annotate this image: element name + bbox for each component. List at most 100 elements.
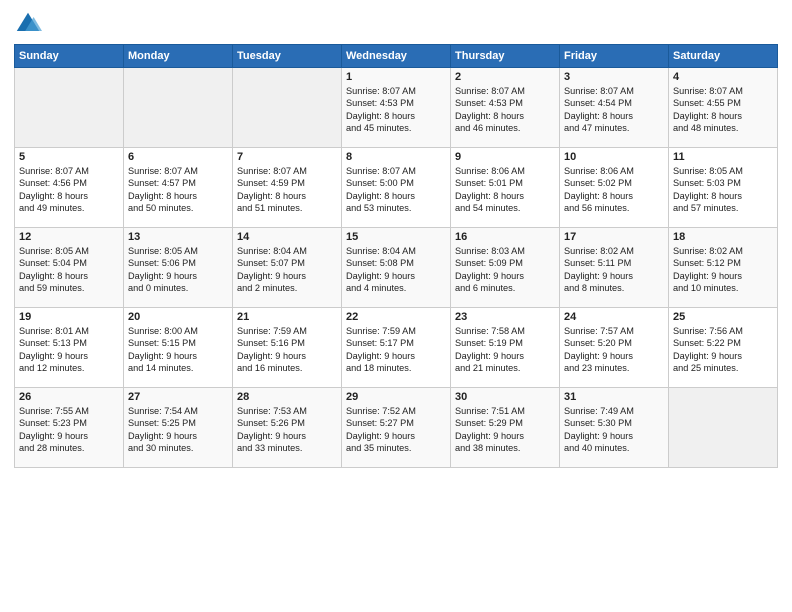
- day-info: Sunrise: 8:07 AM Sunset: 4:53 PM Dayligh…: [455, 85, 555, 135]
- day-cell: 20Sunrise: 8:00 AM Sunset: 5:15 PM Dayli…: [124, 308, 233, 388]
- day-info: Sunrise: 8:07 AM Sunset: 4:54 PM Dayligh…: [564, 85, 664, 135]
- week-row-2: 5 Sunrise: 8:07 AM Sunset: 4:56 PM Daylig…: [15, 148, 778, 228]
- header-cell-sunday: Sunday: [15, 45, 124, 68]
- day-number: 2: [455, 71, 555, 83]
- day-cell: 30 Sunrise: 7:51 AM Sunset: 5:29 PM Dayli…: [451, 388, 560, 468]
- day-info: Sunrise: 8:07 AM Sunset: 5:00 PM Dayligh…: [346, 165, 446, 215]
- day-number: 6: [128, 151, 228, 163]
- day-cell: 28 Sunrise: 7:53 AM Sunset: 5:26 PM Dayli…: [233, 388, 342, 468]
- day-number: 9: [455, 151, 555, 163]
- day-number: 15: [346, 231, 446, 243]
- day-info: Sunrise: 8:07 AM Sunset: 4:56 PM Dayligh…: [19, 165, 119, 215]
- day-cell: 18Sunrise: 8:02 AM Sunset: 5:12 PM Dayli…: [669, 228, 778, 308]
- day-number: 1: [346, 71, 446, 83]
- day-info: Sunrise: 8:04 AM Sunset: 5:08 PM Dayligh…: [346, 245, 446, 295]
- day-number: 25: [673, 311, 773, 323]
- day-cell: 1 Sunrise: 8:07 AM Sunset: 4:53 PM Daylig…: [342, 68, 451, 148]
- week-row-4: 19 Sunrise: 8:01 AM Sunset: 5:13 PM Dayli…: [15, 308, 778, 388]
- day-cell: 14 Sunrise: 8:04 AM Sunset: 5:07 PM Dayli…: [233, 228, 342, 308]
- day-cell: 16 Sunrise: 8:03 AM Sunset: 5:09 PM Dayli…: [451, 228, 560, 308]
- day-info: Sunrise: 8:01 AM Sunset: 5:13 PM Dayligh…: [19, 325, 119, 375]
- day-number: 5: [19, 151, 119, 163]
- day-number: 11: [673, 151, 773, 163]
- day-info: Sunrise: 7:49 AM Sunset: 5:30 PM Dayligh…: [564, 405, 664, 455]
- header-cell-wednesday: Wednesday: [342, 45, 451, 68]
- day-info: Sunrise: 7:56 AM Sunset: 5:22 PM Dayligh…: [673, 325, 773, 375]
- day-number: 3: [564, 71, 664, 83]
- day-info: Sunrise: 7:59 AM Sunset: 5:16 PM Dayligh…: [237, 325, 337, 375]
- day-cell: 2 Sunrise: 8:07 AM Sunset: 4:53 PM Daylig…: [451, 68, 560, 148]
- day-cell: [15, 68, 124, 148]
- day-number: 14: [237, 231, 337, 243]
- day-info: Sunrise: 8:07 AM Sunset: 4:57 PM Dayligh…: [128, 165, 228, 215]
- day-info: Sunrise: 8:05 AM Sunset: 5:04 PM Dayligh…: [19, 245, 119, 295]
- day-number: 13: [128, 231, 228, 243]
- day-cell: 8 Sunrise: 8:07 AM Sunset: 5:00 PM Daylig…: [342, 148, 451, 228]
- header: [14, 10, 778, 38]
- day-cell: 21 Sunrise: 7:59 AM Sunset: 5:16 PM Dayli…: [233, 308, 342, 388]
- day-cell: 4 Sunrise: 8:07 AM Sunset: 4:55 PM Daylig…: [669, 68, 778, 148]
- day-info: Sunrise: 8:07 AM Sunset: 4:53 PM Dayligh…: [346, 85, 446, 135]
- day-cell: 29 Sunrise: 7:52 AM Sunset: 5:27 PM Dayli…: [342, 388, 451, 468]
- header-cell-friday: Friday: [560, 45, 669, 68]
- header-cell-thursday: Thursday: [451, 45, 560, 68]
- day-cell: 19 Sunrise: 8:01 AM Sunset: 5:13 PM Dayli…: [15, 308, 124, 388]
- day-number: 30: [455, 391, 555, 403]
- day-cell: 24Sunrise: 7:57 AM Sunset: 5:20 PM Dayli…: [560, 308, 669, 388]
- header-cell-monday: Monday: [124, 45, 233, 68]
- day-number: 29: [346, 391, 446, 403]
- day-cell: 23 Sunrise: 7:58 AM Sunset: 5:19 PM Dayli…: [451, 308, 560, 388]
- day-info: Sunrise: 8:05 AM Sunset: 5:06 PM Dayligh…: [128, 245, 228, 295]
- day-cell: 7Sunrise: 8:07 AM Sunset: 4:59 PM Daylig…: [233, 148, 342, 228]
- day-info: Sunrise: 8:07 AM Sunset: 4:55 PM Dayligh…: [673, 85, 773, 135]
- day-number: 20: [128, 311, 228, 323]
- day-cell: 13 Sunrise: 8:05 AM Sunset: 5:06 PM Dayli…: [124, 228, 233, 308]
- day-cell: 25 Sunrise: 7:56 AM Sunset: 5:22 PM Dayli…: [669, 308, 778, 388]
- day-cell: 27 Sunrise: 7:54 AM Sunset: 5:25 PM Dayli…: [124, 388, 233, 468]
- day-number: 27: [128, 391, 228, 403]
- day-info: Sunrise: 8:07 AM Sunset: 4:59 PM Dayligh…: [237, 165, 337, 215]
- day-cell: 15 Sunrise: 8:04 AM Sunset: 5:08 PM Dayli…: [342, 228, 451, 308]
- day-number: 31: [564, 391, 664, 403]
- calendar-table: SundayMondayTuesdayWednesdayThursdayFrid…: [14, 44, 778, 468]
- day-number: 8: [346, 151, 446, 163]
- day-info: Sunrise: 8:06 AM Sunset: 5:01 PM Dayligh…: [455, 165, 555, 215]
- day-cell: [233, 68, 342, 148]
- day-info: Sunrise: 8:04 AM Sunset: 5:07 PM Dayligh…: [237, 245, 337, 295]
- day-cell: 17 Sunrise: 8:02 AM Sunset: 5:11 PM Dayli…: [560, 228, 669, 308]
- day-cell: 10 Sunrise: 8:06 AM Sunset: 5:02 PM Dayli…: [560, 148, 669, 228]
- day-number: 26: [19, 391, 119, 403]
- day-number: 23: [455, 311, 555, 323]
- day-info: Sunrise: 7:52 AM Sunset: 5:27 PM Dayligh…: [346, 405, 446, 455]
- day-number: 4: [673, 71, 773, 83]
- day-info: Sunrise: 7:51 AM Sunset: 5:29 PM Dayligh…: [455, 405, 555, 455]
- day-info: Sunrise: 7:53 AM Sunset: 5:26 PM Dayligh…: [237, 405, 337, 455]
- header-row: SundayMondayTuesdayWednesdayThursdayFrid…: [15, 45, 778, 68]
- day-info: Sunrise: 8:02 AM Sunset: 5:11 PM Dayligh…: [564, 245, 664, 295]
- header-cell-saturday: Saturday: [669, 45, 778, 68]
- day-cell: 11Sunrise: 8:05 AM Sunset: 5:03 PM Dayli…: [669, 148, 778, 228]
- day-info: Sunrise: 7:58 AM Sunset: 5:19 PM Dayligh…: [455, 325, 555, 375]
- day-number: 12: [19, 231, 119, 243]
- day-info: Sunrise: 8:03 AM Sunset: 5:09 PM Dayligh…: [455, 245, 555, 295]
- day-cell: 12 Sunrise: 8:05 AM Sunset: 5:04 PM Dayli…: [15, 228, 124, 308]
- week-row-1: 1 Sunrise: 8:07 AM Sunset: 4:53 PM Daylig…: [15, 68, 778, 148]
- day-number: 19: [19, 311, 119, 323]
- logo: [14, 10, 46, 38]
- header-cell-tuesday: Tuesday: [233, 45, 342, 68]
- day-number: 16: [455, 231, 555, 243]
- day-cell: 26 Sunrise: 7:55 AM Sunset: 5:23 PM Dayli…: [15, 388, 124, 468]
- day-number: 22: [346, 311, 446, 323]
- day-number: 10: [564, 151, 664, 163]
- day-number: 21: [237, 311, 337, 323]
- day-info: Sunrise: 7:54 AM Sunset: 5:25 PM Dayligh…: [128, 405, 228, 455]
- day-info: Sunrise: 7:55 AM Sunset: 5:23 PM Dayligh…: [19, 405, 119, 455]
- week-row-5: 26 Sunrise: 7:55 AM Sunset: 5:23 PM Dayli…: [15, 388, 778, 468]
- day-number: 28: [237, 391, 337, 403]
- day-info: Sunrise: 8:06 AM Sunset: 5:02 PM Dayligh…: [564, 165, 664, 215]
- day-cell: 22Sunrise: 7:59 AM Sunset: 5:17 PM Dayli…: [342, 308, 451, 388]
- day-cell: 3 Sunrise: 8:07 AM Sunset: 4:54 PM Daylig…: [560, 68, 669, 148]
- day-info: Sunrise: 7:57 AM Sunset: 5:20 PM Dayligh…: [564, 325, 664, 375]
- day-info: Sunrise: 8:02 AM Sunset: 5:12 PM Dayligh…: [673, 245, 773, 295]
- day-number: 17: [564, 231, 664, 243]
